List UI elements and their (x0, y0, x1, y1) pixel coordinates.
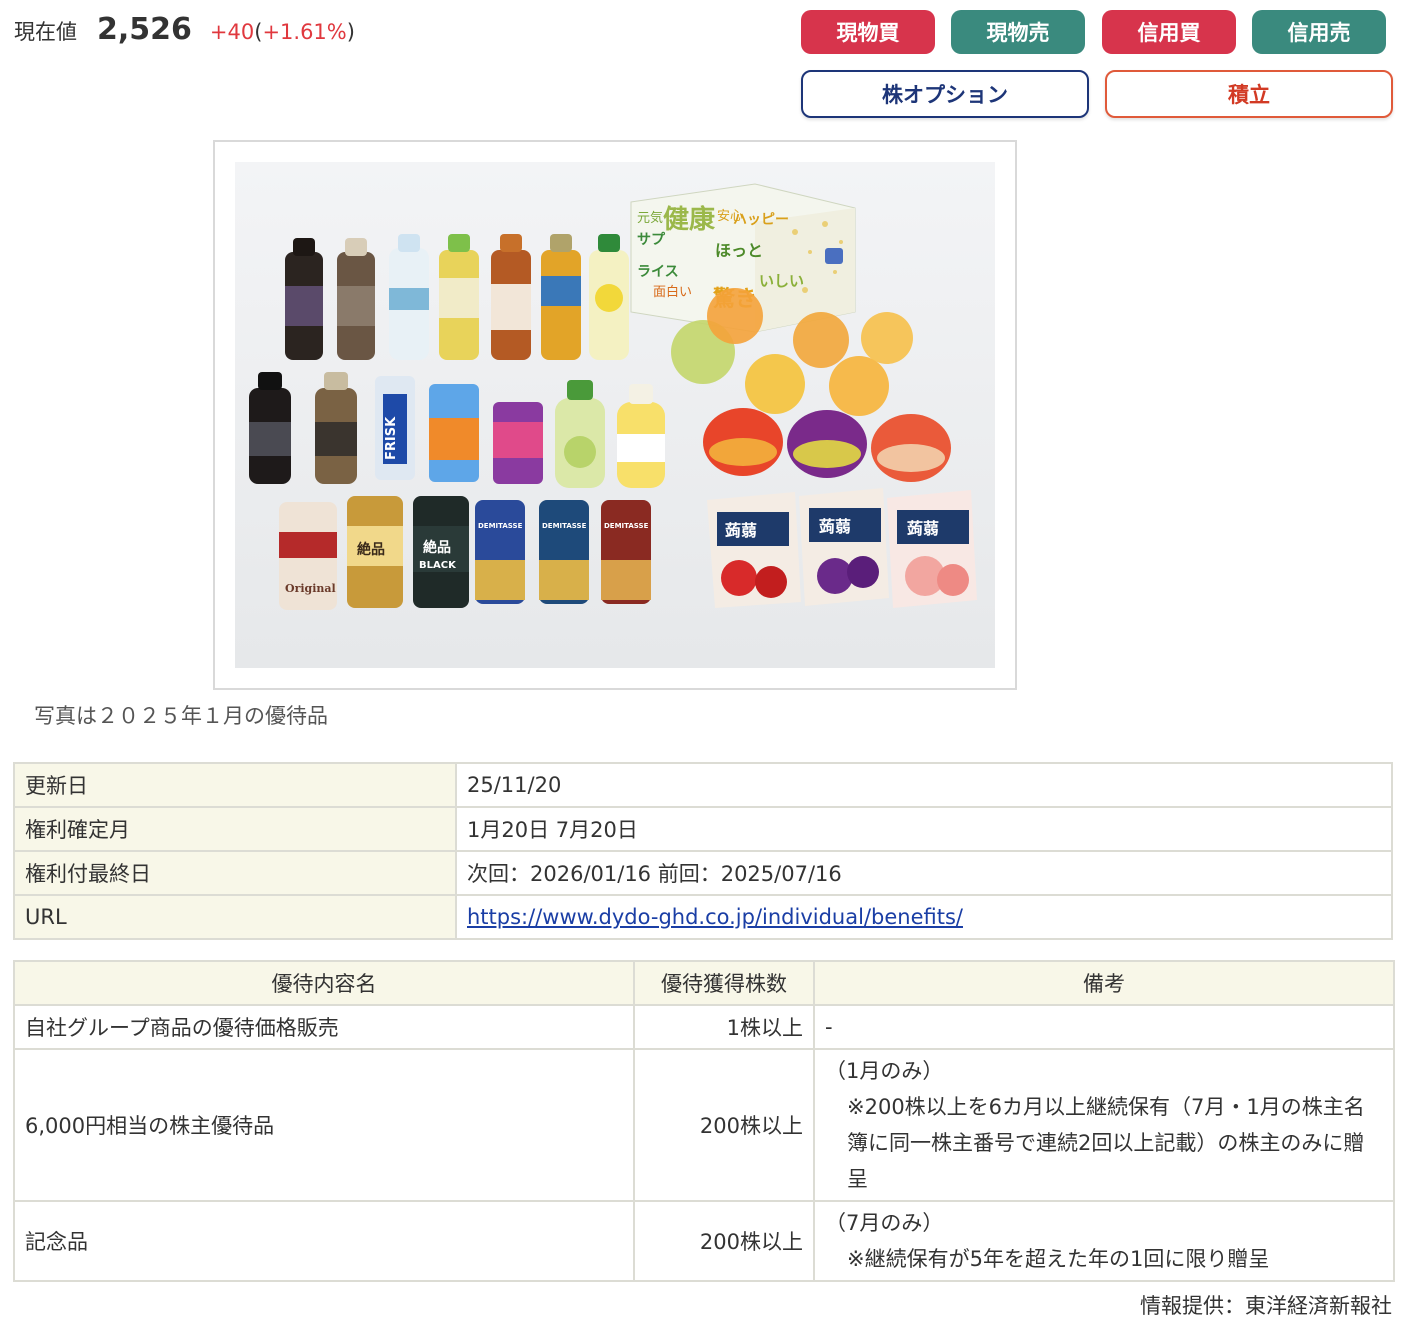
can-text: DEMITASSE (542, 522, 587, 530)
benefit-photo-frame: 元気 健康 安心 ハッピー サプ ほっと ライス 面白い 驚き いしい (213, 140, 1017, 690)
price-paren-open: ( (254, 20, 263, 44)
info-value-record-month: 1月20日 7月20日 (455, 806, 1393, 852)
note-heading: （7月のみ） (825, 1211, 944, 1235)
benefit-table: 優待内容名 優待獲得株数 備考 自社グループ商品の優待価格販売 1株以上 - 6… (13, 960, 1395, 1282)
benefit-note: （1月のみ） ※200株以上を6カ月以上継続保有（7月・1月の株主名簿に同一株主… (813, 1048, 1395, 1202)
note-heading: （1月のみ） (825, 1059, 944, 1083)
stock-option-button[interactable]: 株オプション (801, 70, 1089, 118)
price-label: 現在値 (14, 20, 77, 44)
table-row: 更新日 25/11/20 (13, 762, 1393, 808)
box-text: 健康 (663, 204, 716, 235)
data-source-credit: 情報提供：東洋経済新報社 (1140, 1294, 1392, 1318)
box-text: 面白い (653, 284, 692, 300)
pouch-text: 蒟蒻 (819, 517, 851, 536)
can-text: 絶品 (423, 539, 451, 556)
pouch-text: 蒟蒻 (907, 519, 939, 538)
konjac-pouches: 蒟蒻 蒟蒻 蒟蒻 (707, 488, 977, 608)
box-text: サプ (637, 232, 666, 248)
price-paren-close: ) (346, 20, 355, 44)
benefit-note: - (813, 1004, 1395, 1050)
benefit-name: 6,000円相当の株主優待品 (13, 1048, 635, 1202)
table-row: 記念品 200株以上 （7月のみ） ※継続保有が5年を超えた年の1回に限り贈呈 (13, 1200, 1395, 1282)
can-text: FRISK (384, 416, 399, 460)
shinyo-sell-button[interactable]: 信用売 (1252, 10, 1386, 54)
header-benefit-name: 優待内容名 (13, 960, 635, 1006)
price-change: +40 (209, 20, 255, 44)
benefit-shares: 1株以上 (633, 1004, 815, 1050)
box-text: ほっと (715, 241, 763, 260)
box-text: ハッピー (733, 212, 789, 228)
info-table: 更新日 25/11/20 権利確定月 1月20日 7月20日 権利付最終日 次回… (13, 762, 1393, 940)
note-text: - (825, 1015, 833, 1039)
info-value-updated: 25/11/20 (455, 762, 1393, 808)
box-text: 元気 (637, 210, 663, 226)
benefit-name: 自社グループ商品の優待価格販売 (13, 1004, 635, 1050)
benefit-shares: 200株以上 (633, 1048, 815, 1202)
note-body: ※200株以上を6カ月以上継続保有（7月・1月の株主名簿に同一株主番号で連続2回… (847, 1095, 1365, 1191)
can-text: Original (285, 582, 336, 595)
info-key-url: URL (13, 894, 457, 940)
box-text: いしい (759, 272, 804, 290)
table-row: 権利付最終日 次回：2026/01/16 前回：2025/07/16 (13, 850, 1393, 896)
can-text: DEMITASSE (478, 522, 523, 530)
photo-caption: 写真は２０２５年１月の優待品 (34, 704, 328, 728)
benefits-url-link[interactable]: https://www.dydo-ghd.co.jp/individual/be… (467, 905, 963, 929)
benefit-name: 記念品 (13, 1200, 635, 1282)
price-change-pct: +1.61% (262, 20, 347, 44)
info-key-last-day: 権利付最終日 (13, 850, 457, 896)
header-notes: 備考 (813, 960, 1395, 1006)
price-row: 現在値 2,526 +40 ( +1.61% ) (14, 12, 355, 48)
shinyo-buy-button[interactable]: 信用買 (1102, 10, 1236, 54)
genbutsu-sell-button[interactable]: 現物売 (951, 10, 1085, 54)
table-row: 6,000円相当の株主優待品 200株以上 （1月のみ） ※200株以上を6カ月… (13, 1048, 1395, 1202)
pouch-text: 蒟蒻 (725, 521, 757, 540)
table-row: 権利確定月 1月20日 7月20日 (13, 806, 1393, 852)
benefit-shares: 200株以上 (633, 1200, 815, 1282)
table-row: 自社グループ商品の優待価格販売 1株以上 - (13, 1004, 1395, 1050)
info-key-record-month: 権利確定月 (13, 806, 457, 852)
table-row: URL https://www.dydo-ghd.co.jp/individua… (13, 894, 1393, 940)
table-header-row: 優待内容名 優待獲得株数 備考 (13, 960, 1395, 1006)
price-value: 2,526 (97, 12, 192, 47)
info-key-updated: 更新日 (13, 762, 457, 808)
box-text: ライス (637, 264, 679, 280)
genbutsu-buy-button[interactable]: 現物買 (801, 10, 935, 54)
header-required-shares: 優待獲得株数 (633, 960, 815, 1006)
can-text: 絶品 (357, 541, 385, 558)
benefit-photo: 元気 健康 安心 ハッピー サプ ほっと ライス 面白い 驚き いしい (235, 162, 995, 668)
benefit-note: （7月のみ） ※継続保有が5年を超えた年の1回に限り贈呈 (813, 1200, 1395, 1282)
tsumitate-button[interactable]: 積立 (1105, 70, 1393, 118)
product-illustration: 元気 健康 安心 ハッピー サプ ほっと ライス 面白い 驚き いしい (235, 162, 995, 668)
note-body: ※継続保有が5年を超えた年の1回に限り贈呈 (847, 1247, 1270, 1271)
fruit-jellies (703, 408, 951, 482)
info-value-url: https://www.dydo-ghd.co.jp/individual/be… (455, 894, 1393, 940)
info-value-last-day: 次回：2026/01/16 前回：2025/07/16 (455, 850, 1393, 896)
can-text: BLACK (419, 560, 457, 571)
can-text: DEMITASSE (604, 522, 649, 530)
